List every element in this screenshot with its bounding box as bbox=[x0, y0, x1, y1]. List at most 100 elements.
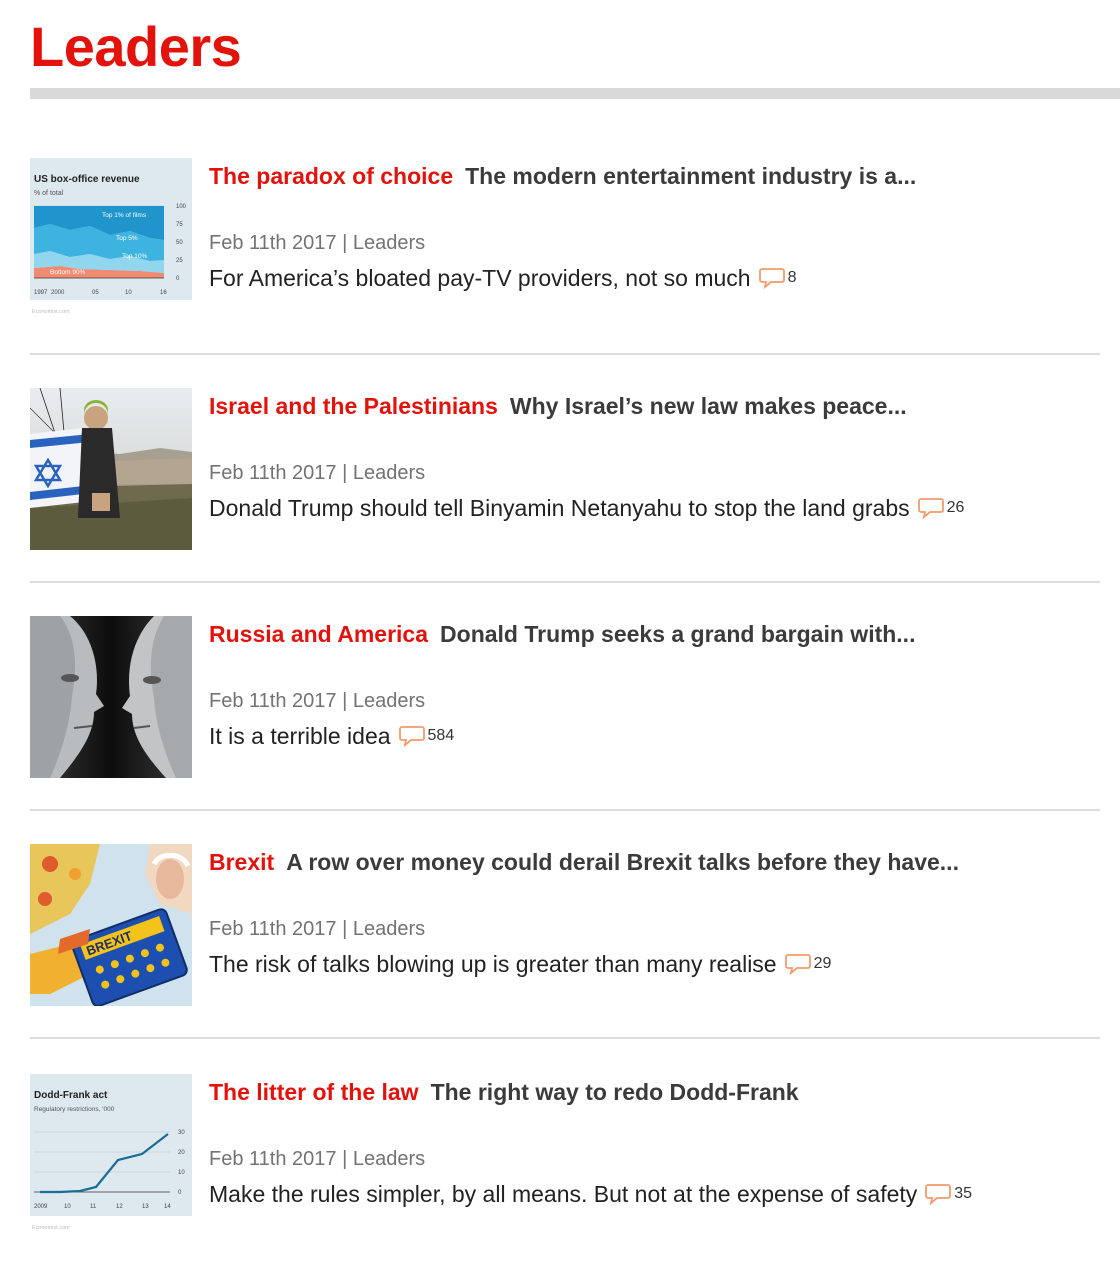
y-tick: 10 bbox=[178, 1170, 185, 1176]
comment-bubble-icon bbox=[925, 1184, 952, 1205]
label-top-5: Top 5% bbox=[116, 235, 138, 242]
thumb-chart-subtitle: % of total bbox=[34, 190, 64, 197]
x-tick: 2009 bbox=[34, 1204, 48, 1210]
article-fly-title-link[interactable]: Israel and the Palestinians bbox=[209, 393, 498, 419]
article-meta: Feb 11th 2017 | Leaders bbox=[209, 914, 425, 944]
article-headline: Israel and the Palestinians Why Israel’s … bbox=[209, 388, 907, 424]
article-date: Feb 11th 2017 bbox=[209, 462, 337, 484]
article-item: Israel and the Palestinians Why Israel’s … bbox=[30, 388, 1100, 588]
article-item: BREXIT Brexit A row over money could dera… bbox=[30, 844, 1100, 1044]
label-bottom-90: Bottom 90% bbox=[50, 269, 86, 276]
comments-link[interactable]: 35 bbox=[925, 1176, 972, 1212]
article-description: For America’s bloated pay-TV providers, … bbox=[209, 265, 751, 291]
x-tick: 05 bbox=[92, 290, 99, 296]
comment-count: 584 bbox=[427, 727, 455, 744]
article-thumbnail[interactable]: US box-office revenue % of total Top 1% … bbox=[30, 158, 192, 320]
article-rubric[interactable]: The right way to redo Dodd-Frank bbox=[431, 1079, 799, 1105]
x-tick: 14 bbox=[164, 1204, 171, 1210]
comment-bubble-icon bbox=[758, 268, 785, 289]
x-tick: 12 bbox=[116, 1204, 123, 1210]
thumb-chart-title: Dodd-Frank act bbox=[34, 1090, 108, 1101]
article-description: Make the rules simpler, by all means. Bu… bbox=[209, 1181, 918, 1207]
comments-link[interactable]: 584 bbox=[398, 718, 455, 754]
box-office-chart-thumbnail: US box-office revenue % of total Top 1% … bbox=[30, 158, 192, 320]
meta-separator: | bbox=[342, 918, 348, 940]
x-tick: 10 bbox=[64, 1204, 71, 1210]
x-tick: 2000 bbox=[51, 290, 65, 296]
y-tick: 100 bbox=[176, 204, 187, 210]
article-description-row: It is a terrible idea 584 bbox=[209, 718, 454, 754]
article-fly-title-link[interactable]: The litter of the law bbox=[209, 1079, 419, 1105]
meta-separator: | bbox=[342, 232, 348, 254]
article-item: Russia and America Donald Trump seeks a g… bbox=[30, 616, 1100, 816]
face-off-photo bbox=[30, 616, 192, 778]
comment-bubble-icon bbox=[917, 498, 944, 519]
article-divider bbox=[30, 1037, 1100, 1039]
article-rubric[interactable]: Why Israel’s new law makes peace... bbox=[510, 393, 907, 419]
article-thumbnail[interactable]: BREXIT bbox=[30, 844, 192, 1006]
article-meta: Feb 11th 2017 | Leaders bbox=[209, 228, 425, 258]
thumb-source: Economist.com bbox=[32, 1225, 70, 1231]
article-meta: Feb 11th 2017 | Leaders bbox=[209, 1144, 425, 1174]
label-top-1: Top 1% of films bbox=[102, 212, 147, 219]
article-rubric[interactable]: Donald Trump seeks a grand bargain with.… bbox=[440, 621, 915, 647]
meta-separator: | bbox=[342, 462, 348, 484]
meta-separator: | bbox=[342, 1148, 348, 1170]
article-description-row: The risk of talks blowing up is greater … bbox=[209, 946, 831, 982]
leaders-page: Leaders US box-office revenue % of total… bbox=[0, 0, 1120, 1254]
x-tick: 11 bbox=[90, 1204, 97, 1210]
y-tick: 20 bbox=[178, 1150, 185, 1156]
comment-bubble-icon bbox=[398, 726, 425, 747]
label-top-10: Top 10% bbox=[122, 253, 148, 260]
article-divider bbox=[30, 353, 1100, 355]
comments-link[interactable]: 8 bbox=[758, 260, 797, 296]
article-fly-title-link[interactable]: Brexit bbox=[209, 849, 274, 875]
comment-count: 29 bbox=[813, 955, 832, 972]
y-tick: 75 bbox=[176, 222, 183, 228]
x-tick: 16 bbox=[160, 290, 167, 296]
article-section: Leaders bbox=[352, 690, 426, 712]
article-description: Donald Trump should tell Binyamin Netany… bbox=[209, 495, 910, 521]
x-tick: 13 bbox=[142, 1204, 149, 1210]
article-rubric[interactable]: The modern entertainment industry is a..… bbox=[465, 163, 916, 189]
thumb-source: Economist.com bbox=[32, 309, 70, 315]
comment-bubble-icon bbox=[784, 954, 811, 975]
article-headline: Russia and America Donald Trump seeks a g… bbox=[209, 616, 915, 652]
article-date: Feb 11th 2017 bbox=[209, 232, 337, 254]
brexit-calculator-illustration: BREXIT bbox=[30, 844, 192, 1006]
comment-count: 26 bbox=[946, 499, 965, 516]
article-thumbnail[interactable] bbox=[30, 388, 192, 550]
x-tick: 10 bbox=[125, 290, 132, 296]
article-description-row: For America’s bloated pay-TV providers, … bbox=[209, 260, 797, 296]
thumb-chart-title: US box-office revenue bbox=[34, 174, 140, 185]
article-section: Leaders bbox=[352, 232, 426, 254]
thumb-chart-subtitle: Regulatory restrictions, '000 bbox=[34, 1106, 115, 1113]
x-tick: 1997 bbox=[34, 290, 48, 296]
article-divider bbox=[30, 809, 1100, 811]
title-rule bbox=[30, 88, 1120, 99]
dodd-frank-chart-thumbnail: Dodd-Frank act Regulatory restrictions, … bbox=[30, 1074, 192, 1236]
article-divider bbox=[30, 581, 1100, 583]
article-meta: Feb 11th 2017 | Leaders bbox=[209, 458, 425, 488]
article-item: US box-office revenue % of total Top 1% … bbox=[30, 158, 1100, 358]
comments-link[interactable]: 26 bbox=[917, 490, 965, 526]
article-date: Feb 11th 2017 bbox=[209, 1148, 337, 1170]
article-section: Leaders bbox=[352, 918, 426, 940]
y-tick: 50 bbox=[176, 240, 183, 246]
article-fly-title-link[interactable]: Russia and America bbox=[209, 621, 428, 647]
flag-protester-photo bbox=[30, 388, 192, 550]
article-rubric[interactable]: A row over money could derail Brexit tal… bbox=[286, 849, 959, 875]
article-thumbnail[interactable]: Dodd-Frank act Regulatory restrictions, … bbox=[30, 1074, 192, 1236]
comment-count: 8 bbox=[787, 269, 797, 286]
article-fly-title-link[interactable]: The paradox of choice bbox=[209, 163, 453, 189]
article-thumbnail[interactable] bbox=[30, 616, 192, 778]
comments-link[interactable]: 29 bbox=[784, 946, 832, 982]
article-description-row: Donald Trump should tell Binyamin Netany… bbox=[209, 490, 964, 526]
article-headline: The paradox of choice The modern entertai… bbox=[209, 158, 916, 194]
article-meta: Feb 11th 2017 | Leaders bbox=[209, 686, 425, 716]
comment-count: 35 bbox=[954, 1185, 973, 1202]
meta-separator: | bbox=[342, 690, 348, 712]
article-description: The risk of talks blowing up is greater … bbox=[209, 951, 777, 977]
y-tick: 25 bbox=[176, 258, 183, 264]
article-headline: The litter of the law The right way to re… bbox=[209, 1074, 799, 1110]
